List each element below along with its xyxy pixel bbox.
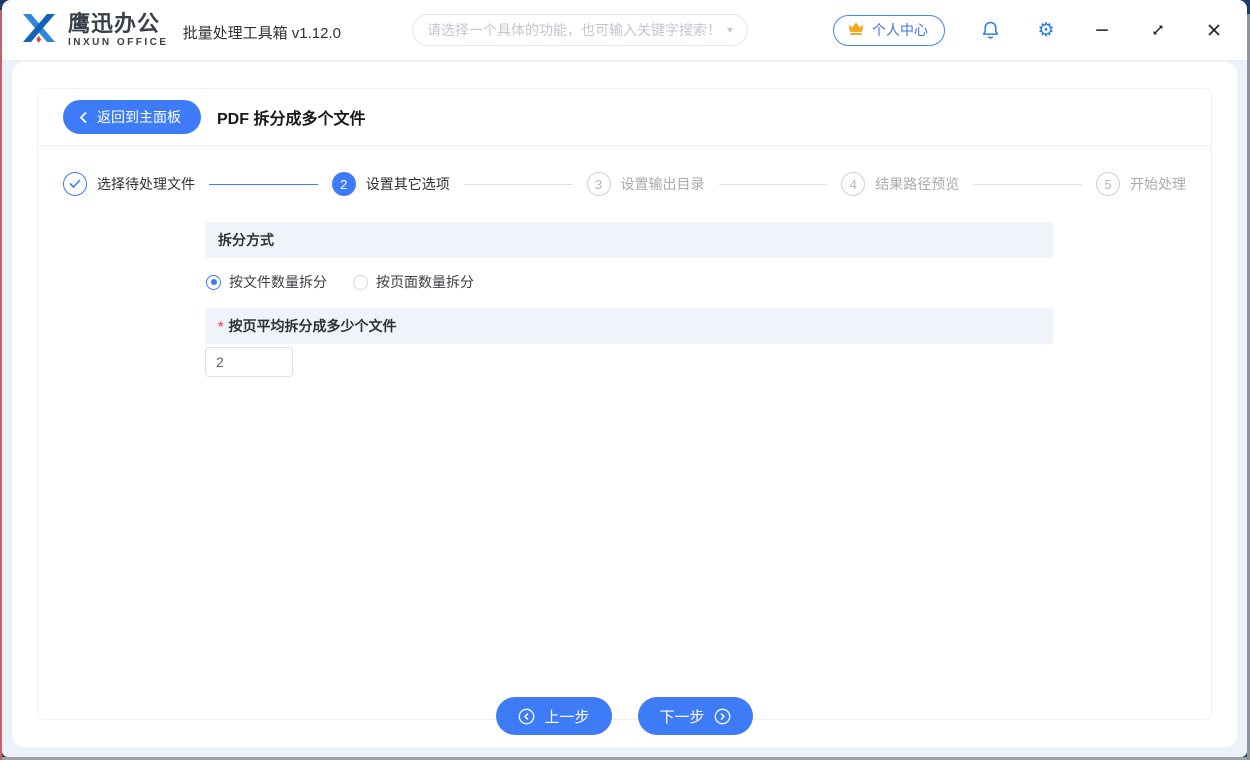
step-item-2: 2 设置其它选项 — [331, 172, 450, 196]
step-item-5: 5 开始处理 — [1096, 172, 1186, 196]
file-count-input[interactable] — [205, 347, 293, 377]
split-method-options: 按文件数量拆分 按页面数量拆分 — [205, 258, 1053, 308]
step-label: 选择待处理文件 — [97, 176, 195, 192]
step-item-3: 3 设置输出目录 — [586, 172, 705, 196]
close-icon[interactable] — [1203, 19, 1225, 41]
required-asterisk: * — [218, 318, 224, 334]
logo-text: 鹰迅办公 INXUN OFFICE — [68, 10, 169, 48]
step-label: 开始处理 — [1130, 176, 1186, 192]
step-wizard: 选择待处理文件 2 设置其它选项 3 设置输出目录 4 结果路径预览 5 开始处… — [38, 146, 1211, 222]
step-number: 4 — [841, 172, 866, 196]
step-connector — [209, 183, 318, 185]
step-label: 结果路径预览 — [875, 176, 960, 192]
circle-arrow-right-icon — [714, 708, 730, 724]
function-search-select[interactable]: 请选择一个具体的功能，也可输入关键字搜索！ ▾ — [412, 14, 748, 46]
app-window: 鹰迅办公 INXUN OFFICE 批量处理工具箱 v1.12.0 请选择一个具… — [2, 0, 1247, 757]
split-method-title: 拆分方式 — [218, 232, 274, 248]
radio-split-by-page-count[interactable]: 按页面数量拆分 — [353, 272, 474, 292]
brand-subtitle: INXUN OFFICE — [68, 36, 169, 48]
wizard-card: 返回到主面板 PDF 拆分成多个文件 选择待处理文件 2 设置其它选项 3 设置… — [37, 88, 1212, 720]
notification-bell-icon[interactable] — [979, 19, 1001, 41]
back-button-label: 返回到主面板 — [97, 109, 181, 125]
radio-unselected-icon — [353, 274, 368, 290]
step-number: 3 — [586, 172, 611, 196]
brand-name: 鹰迅办公 — [68, 10, 161, 36]
app-title: 批量处理工具箱 v1.12.0 — [182, 24, 341, 42]
radio-label: 按页面数量拆分 — [376, 274, 474, 290]
wizard-footer: 上一步 下一步 — [12, 697, 1237, 737]
step-label: 设置其它选项 — [365, 176, 450, 192]
search-placeholder: 请选择一个具体的功能，也可输入关键字搜索！ — [427, 22, 721, 38]
step-connector — [718, 183, 828, 185]
file-count-title: 按页平均拆分成多少个文件 — [228, 318, 397, 334]
options-form: 拆分方式 按文件数量拆分 按页面数量拆分 * 按页平均拆分成多少个文件 — [205, 222, 1053, 377]
chevron-down-icon: ▾ — [726, 24, 733, 36]
prev-step-button[interactable]: 上一步 — [496, 697, 612, 735]
radio-selected-icon — [206, 274, 221, 290]
title-bar: 鹰迅办公 INXUN OFFICE 批量处理工具箱 v1.12.0 请选择一个具… — [2, 0, 1247, 60]
page-header-row: 返回到主面板 PDF 拆分成多个文件 — [38, 89, 1211, 146]
chevron-left-icon — [79, 111, 87, 123]
prev-step-label: 上一步 — [544, 708, 590, 726]
step-item-4: 4 结果路径预览 — [841, 172, 959, 196]
back-to-dashboard-button[interactable]: 返回到主面板 — [63, 100, 201, 134]
user-center-button[interactable]: 个人中心 — [833, 14, 945, 46]
page-title: PDF 拆分成多个文件 — [217, 111, 366, 128]
main-panel: 返回到主面板 PDF 拆分成多个文件 选择待处理文件 2 设置其它选项 3 设置… — [12, 62, 1237, 747]
step-item-1: 选择待处理文件 — [63, 172, 195, 196]
step-connector — [463, 183, 573, 185]
radio-split-by-file-count[interactable]: 按文件数量拆分 — [206, 272, 327, 292]
minimize-icon[interactable] — [1091, 19, 1113, 41]
user-center-label: 个人中心 — [872, 22, 928, 38]
radio-label: 按文件数量拆分 — [229, 274, 327, 290]
split-method-section-bar: 拆分方式 — [205, 222, 1053, 258]
header-right-cluster: 个人中心 ⚙ — [833, 14, 1231, 46]
step-number: 5 — [1096, 172, 1120, 196]
next-step-label: 下一步 — [659, 708, 705, 726]
app-logo: 鹰迅办公 INXUN OFFICE — [18, 7, 169, 54]
crown-icon — [847, 21, 865, 39]
settings-gear-icon[interactable]: ⚙ — [1035, 19, 1057, 41]
step-check-icon — [63, 172, 87, 196]
circle-arrow-left-icon — [519, 708, 535, 724]
step-label: 设置输出目录 — [620, 176, 705, 192]
logo-x-icon — [18, 7, 60, 54]
maximize-icon[interactable] — [1147, 19, 1169, 41]
step-number: 2 — [331, 172, 356, 196]
step-connector — [973, 183, 1082, 185]
file-count-section-bar: * 按页平均拆分成多少个文件 — [205, 308, 1053, 344]
next-step-button[interactable]: 下一步 — [637, 697, 753, 735]
